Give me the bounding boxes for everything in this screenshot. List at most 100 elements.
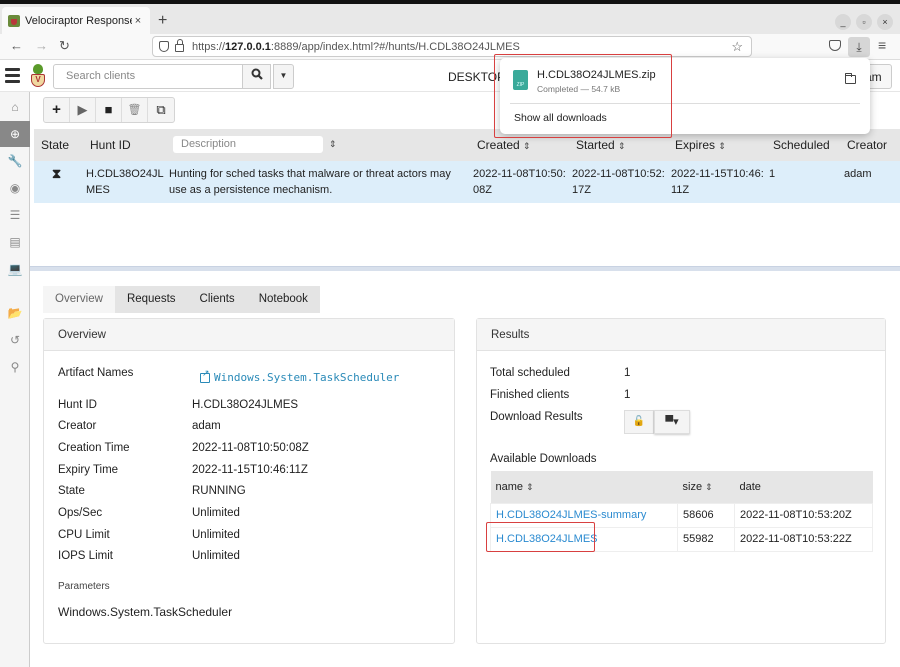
col-state: State: [41, 138, 70, 152]
col-expires[interactable]: Expires ⇕: [675, 138, 726, 152]
pane-splitter[interactable]: [30, 266, 900, 271]
col-creator: Creator: [847, 138, 888, 152]
total-scheduled-label: Total scheduled: [490, 367, 570, 379]
field-label: Creator: [58, 420, 97, 432]
bookmark-star-icon[interactable]: ☆: [731, 39, 743, 55]
size-sort-icon: ⇕: [705, 481, 713, 492]
hunt-started-cell: 2022-11-08T10:52: 17Z: [572, 168, 665, 196]
download-size: 55982: [677, 526, 735, 552]
back-button[interactable]: ←: [10, 38, 23, 53]
browser-navbar: ← → ↻ https://127.0.0.1:8889/app/index.h…: [0, 34, 900, 60]
field-value: H.CDL38O24JLMES: [192, 399, 299, 411]
delete-hunt-button[interactable]: 🗑: [122, 98, 148, 122]
url-path: :8889/app/index.html?#/hunts/H.CDL38O24J…: [270, 40, 520, 53]
open-folder-icon[interactable]: [845, 73, 856, 84]
hamburger-menu-icon[interactable]: [5, 68, 20, 83]
col-date: date: [734, 471, 873, 503]
download-link[interactable]: H.CDL38O24JLMES: [496, 533, 598, 545]
col-size[interactable]: size ⇕: [677, 471, 735, 503]
reload-button[interactable]: ↻: [59, 38, 70, 54]
sidebar-history-icon[interactable]: ↺: [0, 327, 30, 353]
lock-warning-icon[interactable]: [175, 39, 184, 52]
sidebar-artifacts-wrench-icon[interactable]: 🔧: [0, 148, 30, 174]
tracking-shield-icon[interactable]: [159, 41, 169, 52]
tab-requests[interactable]: Requests: [114, 286, 188, 313]
field-value: 2022-11-08T10:50:08Z: [192, 442, 309, 454]
download-link[interactable]: H.CDL38O24JLMES-summary: [496, 509, 646, 521]
description-filter-input[interactable]: Description: [173, 136, 323, 153]
velociraptor-logo: V: [30, 64, 46, 88]
download-size: 58606: [677, 502, 735, 528]
search-dropdown-button[interactable]: ▼: [273, 64, 294, 89]
sidebar-server-events-icon[interactable]: ☰: [0, 202, 30, 228]
search-button[interactable]: [242, 64, 271, 89]
field-value: 2022-11-15T10:46:11Z: [192, 464, 308, 476]
sidebar-home-icon[interactable]: ⌂: [0, 94, 30, 120]
sidebar-files-folder-icon[interactable]: 📂: [0, 300, 30, 326]
hunt-description-cell: Hunting for sched tasks that malware or …: [169, 168, 451, 196]
pocket-icon[interactable]: [829, 40, 841, 51]
browser-menu-button[interactable]: ≡: [878, 37, 886, 53]
url-bar[interactable]: https://127.0.0.1:8889/app/index.html?#/…: [152, 36, 752, 57]
created-sort-icon: ⇕: [523, 141, 531, 151]
col-started[interactable]: Started ⇕: [576, 138, 626, 152]
tab-clients[interactable]: Clients: [187, 286, 247, 313]
col-created[interactable]: Created ⇕: [477, 138, 531, 152]
hunt-creator-cell: adam: [844, 168, 872, 180]
downloads-popup: ZIP H.CDL38O24JLMES.zip Completed — 54.7…: [500, 58, 870, 134]
col-name[interactable]: name ⇕: [490, 471, 678, 503]
forward-button[interactable]: →: [35, 38, 48, 53]
field-label: IOPS Limit: [58, 550, 113, 562]
col-started-label: Started: [576, 138, 615, 152]
new-tab-button[interactable]: +: [158, 12, 167, 30]
field-value: RUNNING: [192, 485, 246, 497]
field-value: Unlimited: [192, 507, 240, 519]
download-date: 2022-11-08T10:53:22Z: [734, 526, 873, 552]
col-created-label: Created: [477, 138, 520, 152]
run-hunt-button[interactable]: ▶: [70, 98, 96, 122]
browser-tab[interactable]: Velociraptor Response an ×: [2, 7, 150, 35]
search-icon: [251, 68, 263, 80]
download-results-buttons: 🔓 ▀▾: [624, 410, 690, 434]
download-row: H.CDL38O24JLMES-summary 58606 2022-11-08…: [490, 502, 873, 528]
sidebar-hunt-manager-icon[interactable]: ⊕: [0, 121, 30, 147]
field-label: Hunt ID: [58, 399, 97, 411]
stop-hunt-button[interactable]: ■: [96, 98, 122, 122]
tab-close-icon[interactable]: ×: [132, 15, 144, 27]
downloads-button[interactable]: ⤓: [848, 37, 870, 57]
field-label: Artifact Names: [58, 367, 134, 379]
hunt-scheduled-cell: 1: [769, 168, 776, 180]
artifact-link[interactable]: Windows.System.TaskScheduler: [200, 369, 399, 384]
download-file-name[interactable]: H.CDL38O24JLMES.zip: [537, 69, 656, 81]
search-clients-input[interactable]: Search clients: [53, 64, 243, 89]
field-value: Unlimited: [192, 550, 240, 562]
new-hunt-button[interactable]: +: [44, 98, 70, 122]
minimize-button[interactable]: _: [835, 14, 851, 30]
show-all-downloads-link[interactable]: Show all downloads: [514, 112, 607, 124]
prepare-download-dropdown[interactable]: ▀▾: [654, 410, 690, 434]
url-prefix: https://: [192, 40, 226, 53]
description-sort-icon[interactable]: ⇕: [329, 139, 337, 150]
hunt-row[interactable]: ⧗ H.CDL38O24JL MES Hunting for sched task…: [34, 161, 900, 203]
hunt-state-hourglass-icon: ⧗: [52, 166, 62, 181]
tab-overview[interactable]: Overview: [43, 286, 115, 313]
tab-notebook[interactable]: Notebook: [246, 286, 320, 313]
browser-tab-strip: Velociraptor Response an × + _ ▫ ×: [0, 4, 900, 35]
parameters-value: Windows.System.TaskScheduler: [58, 605, 233, 619]
password-lock-button[interactable]: 🔓: [624, 410, 654, 434]
window-close-button[interactable]: ×: [877, 14, 893, 30]
maximize-button[interactable]: ▫: [856, 14, 872, 30]
sidebar-clients-laptop-icon[interactable]: 💻: [0, 256, 30, 282]
external-link-icon: [200, 369, 210, 383]
hunts-table: State Hunt ID Description ⇕ Created ⇕ St…: [34, 129, 900, 203]
sidebar-view-eye-icon[interactable]: ◉: [0, 175, 30, 201]
parameters-label: Parameters: [58, 581, 110, 592]
hunt-created-cell: 2022-11-08T10:50: 08Z: [473, 168, 566, 196]
copy-hunt-button[interactable]: ⧉: [148, 98, 174, 122]
download-row: H.CDL38O24JLMES 55982 2022-11-08T10:53:2…: [490, 526, 873, 552]
url-host: 127.0.0.1: [225, 40, 271, 53]
sidebar-server-artifacts-icon[interactable]: ▤: [0, 229, 30, 255]
sidebar-binoculars-icon[interactable]: ⚲: [0, 354, 30, 380]
downloads-table: name ⇕ size ⇕ date H.CDL38O24JLMES-summa…: [490, 471, 873, 552]
zip-file-icon: ZIP: [513, 70, 528, 90]
